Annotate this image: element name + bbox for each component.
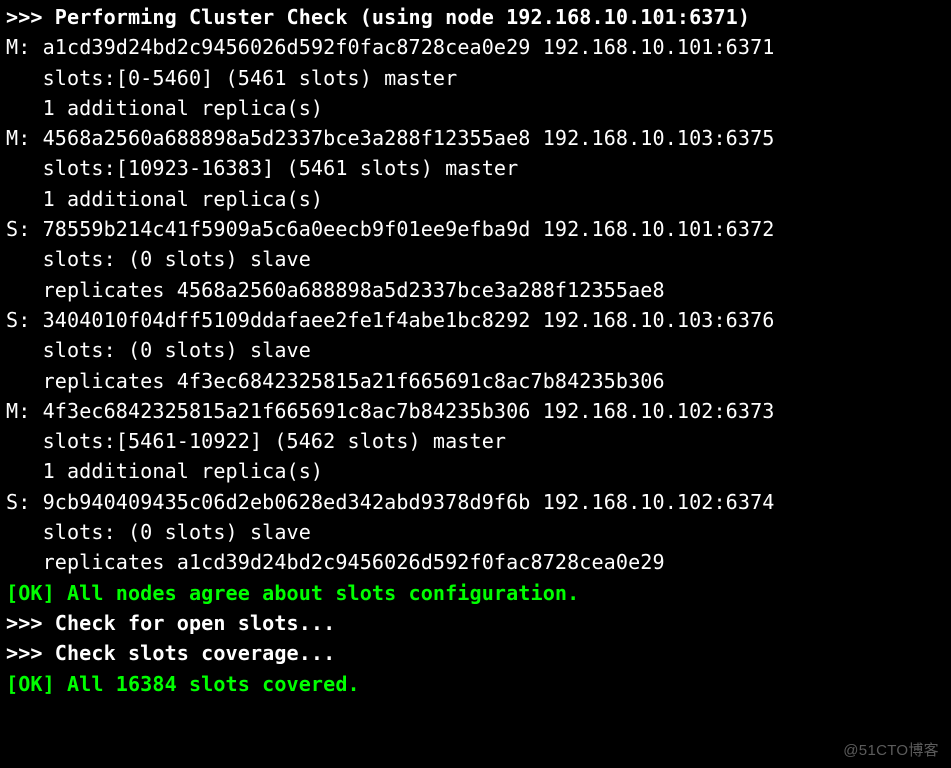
node-id: a1cd39d24bd2c9456026d592f0fac8728cea0e29 (43, 35, 531, 59)
node-slots-line: slots: (0 slots) slave (6, 338, 311, 362)
node-line-role: M: (6, 399, 30, 423)
node-line-role: M: (6, 35, 30, 59)
node-addr: 192.168.10.102:6373 (543, 399, 775, 423)
node-slots-line: slots: (0 slots) slave (6, 520, 311, 544)
node-slots-line: slots:[5461-10922] (5462 slots) master (6, 429, 506, 453)
node-extra-line: replicates a1cd39d24bd2c9456026d592f0fac… (6, 550, 665, 574)
node-extra-line: 1 additional replica(s) (6, 187, 323, 211)
node-addr: 192.168.10.102:6374 (543, 490, 775, 514)
terminal-output: >>> Performing Cluster Check (using node… (0, 0, 951, 699)
node-addr: 192.168.10.103:6375 (543, 126, 775, 150)
node-extra-line: replicates 4568a2560a688898a5d2337bce3a2… (6, 278, 665, 302)
header-line: >>> Performing Cluster Check (using node… (6, 5, 750, 29)
node-slots-line: slots: (0 slots) slave (6, 247, 311, 271)
header-before: Performing Cluster Check (using node (55, 5, 506, 29)
node-extra-line: 1 additional replica(s) (6, 96, 323, 120)
node-line-role: S: (6, 308, 30, 332)
node-id: 4f3ec6842325815a21f665691c8ac7b84235b306 (43, 399, 531, 423)
ok-line-nodes-agree: [OK] All nodes agree about slots configu… (6, 581, 579, 605)
ok-line-slots-covered: [OK] All 16384 slots covered. (6, 672, 360, 696)
header-node: 192.168.10.101:6371 (506, 5, 738, 29)
node-slots-line: slots:[10923-16383] (5461 slots) master (6, 156, 518, 180)
node-id: 78559b214c41f5909a5c6a0eecb9f01ee9efba9d (43, 217, 531, 241)
watermark-label: @51CTO博客 (843, 739, 939, 760)
node-slots-line: slots:[0-5460] (5461 slots) master (6, 66, 457, 90)
node-line-role: M: (6, 126, 30, 150)
check-slots-coverage-line: >>> Check slots coverage... (6, 641, 335, 665)
check-open-slots-line: >>> Check for open slots... (6, 611, 335, 635)
node-addr: 192.168.10.103:6376 (543, 308, 775, 332)
node-line-role: S: (6, 217, 30, 241)
node-extra-line: replicates 4f3ec6842325815a21f665691c8ac… (6, 369, 665, 393)
header-after: ) (738, 5, 750, 29)
node-line-role: S: (6, 490, 30, 514)
node-addr: 192.168.10.101:6371 (543, 35, 775, 59)
node-id: 9cb940409435c06d2eb0628ed342abd9378d9f6b (43, 490, 531, 514)
prompt-marker: >>> (6, 5, 55, 29)
node-extra-line: 1 additional replica(s) (6, 459, 323, 483)
node-id: 4568a2560a688898a5d2337bce3a288f12355ae8 (43, 126, 531, 150)
node-addr: 192.168.10.101:6372 (543, 217, 775, 241)
node-id: 3404010f04dff5109ddafaee2fe1f4abe1bc8292 (43, 308, 531, 332)
